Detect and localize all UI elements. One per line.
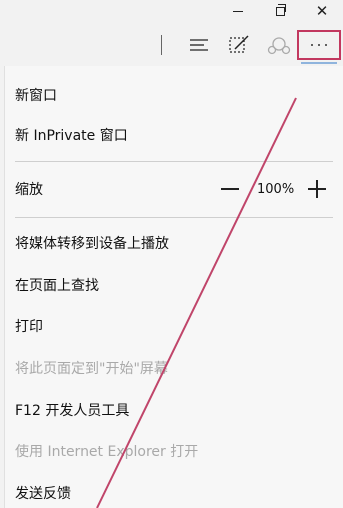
more-actions-active-indicator xyxy=(301,62,337,64)
menu-divider xyxy=(15,161,333,162)
menu-divider xyxy=(15,217,333,218)
menu-item-find-on-page[interactable]: 在页面上查找 xyxy=(15,270,99,300)
menu-item-f12-tools[interactable]: F12 开发人员工具 xyxy=(15,395,129,425)
share-button[interactable] xyxy=(262,30,296,60)
zoom-label: 缩放 xyxy=(15,182,43,198)
menu-item-zoom: 缩放 xyxy=(15,174,43,204)
menu-item-label: 发送反馈 xyxy=(15,486,71,502)
menu-item-new-window[interactable]: 新窗口 xyxy=(15,80,57,110)
hub-icon xyxy=(190,39,208,51)
menu-item-label: 将此页面定到"开始"屏幕 xyxy=(15,361,168,377)
zoom-out-button[interactable] xyxy=(221,180,239,198)
menu-item-cast-media[interactable]: 将媒体转移到设备上播放 xyxy=(15,228,169,258)
restore-icon xyxy=(275,3,286,16)
minimize-icon xyxy=(233,10,243,12)
web-note-icon xyxy=(229,35,249,53)
menu-item-pin-to-start: 将此页面定到"开始"屏幕 xyxy=(15,353,168,383)
more-actions-button[interactable] xyxy=(297,30,341,60)
zoom-value: 100% xyxy=(257,181,295,197)
menu-item-label: 在页面上查找 xyxy=(15,278,99,294)
menu-item-label: 新 InPrivate 窗口 xyxy=(15,128,128,144)
minimize-button[interactable] xyxy=(218,0,258,22)
menu-item-label: 新窗口 xyxy=(15,88,57,104)
more-actions-menu: 新窗口 新 InPrivate 窗口 缩放 100% 将媒体转移到设备上播放 在… xyxy=(4,66,343,508)
zoom-controls: 100% xyxy=(221,174,327,204)
browser-toolbar xyxy=(0,26,343,66)
menu-item-send-feedback[interactable]: 发送反馈 xyxy=(15,478,71,508)
menu-item-new-inprivate[interactable]: 新 InPrivate 窗口 xyxy=(15,120,128,150)
menu-item-open-with-ie: 使用 Internet Explorer 打开 xyxy=(15,436,198,466)
title-bar: ✕ xyxy=(0,0,343,26)
menu-item-label: F12 开发人员工具 xyxy=(15,403,130,419)
close-button[interactable]: ✕ xyxy=(302,0,342,22)
zoom-in-button[interactable] xyxy=(308,180,327,198)
close-icon: ✕ xyxy=(315,1,329,20)
share-icon xyxy=(267,37,291,55)
menu-item-label: 将媒体转移到设备上播放 xyxy=(15,236,169,252)
menu-item-label: 使用 Internet Explorer 打开 xyxy=(15,444,199,460)
more-actions-icon xyxy=(311,44,327,46)
hub-button[interactable] xyxy=(182,30,216,60)
web-note-button[interactable] xyxy=(222,30,256,60)
toolbar-separator xyxy=(161,35,162,55)
menu-item-print[interactable]: 打印 xyxy=(15,311,43,341)
restore-button[interactable] xyxy=(260,0,300,22)
menu-item-label: 打印 xyxy=(15,319,43,335)
